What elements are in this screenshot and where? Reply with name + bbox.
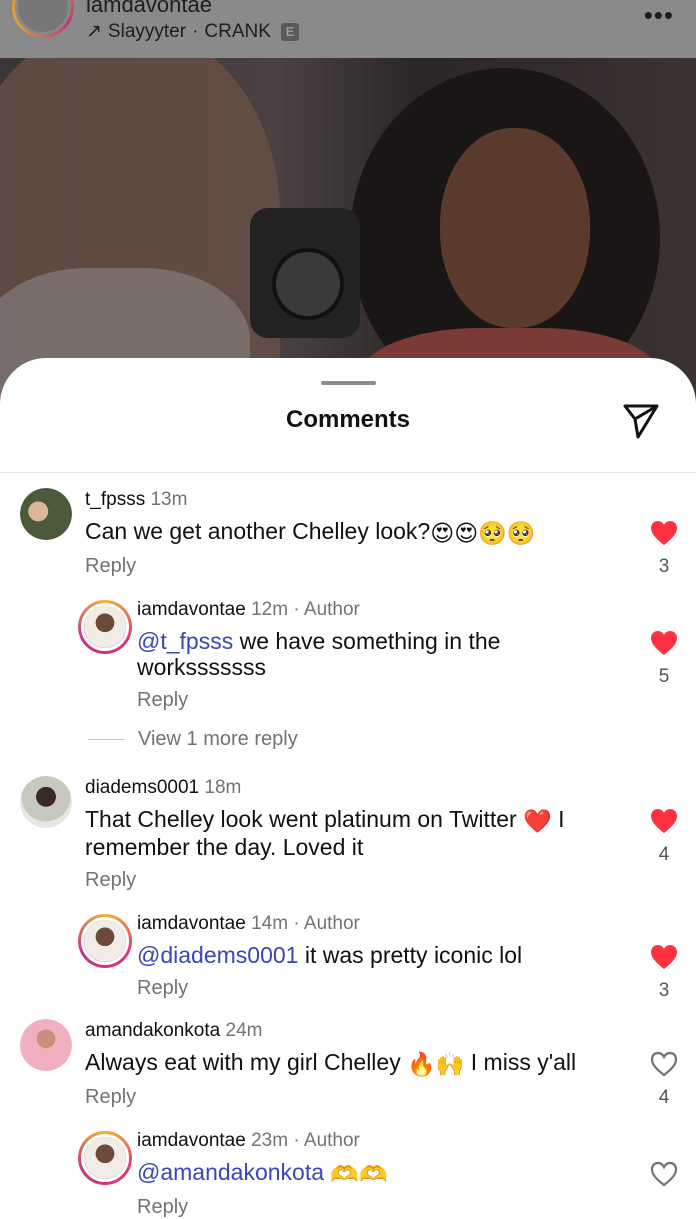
like-count: 4	[658, 1087, 670, 1108]
comment-emojis: 😍😍🥺🥺	[430, 519, 536, 546]
like-button[interactable]	[650, 1161, 678, 1187]
avatar[interactable]	[78, 600, 132, 654]
reply-button[interactable]: Reply	[137, 688, 537, 712]
sheet-grabber[interactable]	[321, 381, 376, 385]
heart-hands-emoji: 🫶🫶	[330, 1160, 388, 1187]
like-count: 5	[658, 666, 670, 687]
comment-time: 13m	[150, 489, 188, 510]
like-button[interactable]: 4	[650, 808, 678, 866]
header-username[interactable]: iamdavontae	[86, 0, 212, 18]
avatar[interactable]	[78, 1131, 132, 1185]
like-button[interactable]: 3	[650, 520, 678, 578]
avatar[interactable]	[20, 488, 72, 540]
sheet-divider	[0, 472, 696, 473]
comment-time: 18m	[204, 777, 242, 798]
heart-filled-icon	[651, 631, 677, 655]
comment-time: 23m	[251, 1130, 289, 1151]
comment-username[interactable]: diadems0001	[85, 777, 199, 798]
comment-text: That Chelley look went platinum on Twitt…	[85, 806, 517, 832]
header-avatar[interactable]	[12, 0, 74, 38]
author-label: Author	[303, 913, 360, 934]
dimmed-background: iamdavontae ↗ Slayyyter · CRANK E •••	[0, 0, 696, 420]
audio-artist: Slayyyter	[107, 20, 187, 42]
avatar[interactable]	[20, 1019, 72, 1071]
camera-illustration	[250, 208, 360, 338]
avatar[interactable]	[20, 776, 72, 828]
comment-username[interactable]: iamdavontae	[137, 913, 246, 934]
like-count: 3	[658, 980, 670, 1001]
comment-username[interactable]: iamdavontae	[137, 1130, 246, 1151]
arrow-up-right-icon: ↗	[86, 21, 102, 42]
explicit-badge: E	[280, 22, 299, 41]
heart-outline-icon	[650, 1161, 678, 1187]
fire-hands-emoji: 🔥🙌	[407, 1050, 465, 1077]
audio-title: CRANK	[204, 20, 271, 42]
heart-emoji: ❤️	[523, 807, 552, 834]
reply-button[interactable]: Reply	[137, 1195, 388, 1219]
comment-time: 24m	[225, 1020, 263, 1041]
comment-text: Can we get another Chelley look?	[85, 518, 431, 544]
like-button[interactable]: 4	[650, 1051, 678, 1109]
author-label: Author	[303, 1130, 360, 1151]
like-count: 4	[658, 844, 670, 865]
author-label: Author	[303, 599, 360, 620]
reply-button[interactable]: Reply	[85, 868, 595, 892]
comment-text-continued: I miss y'all	[470, 1049, 577, 1075]
comment-time: 12m	[251, 599, 289, 620]
view-more-replies[interactable]: View 1 more reply	[88, 728, 298, 751]
mention-link[interactable]: @t_fpsss	[137, 628, 233, 654]
sheet-title: Comments	[285, 406, 411, 433]
comment-text: it was pretty iconic lol	[304, 942, 523, 968]
reply-button[interactable]: Reply	[85, 1085, 576, 1109]
heart-filled-icon	[651, 809, 677, 833]
comment-username[interactable]: t_fpsss	[85, 489, 145, 510]
comment-username[interactable]: amandakonkota	[85, 1020, 220, 1041]
more-dots-icon[interactable]: •••	[644, 0, 674, 31]
comment-time: 14m	[251, 913, 289, 934]
send-icon[interactable]	[622, 402, 660, 440]
audio-info[interactable]: ↗ Slayyyter · CRANK E	[86, 20, 299, 43]
heart-filled-icon	[651, 521, 677, 545]
comment-text: Always eat with my girl Chelley	[85, 1049, 401, 1075]
view-more-label: View 1 more reply	[138, 728, 298, 750]
reply-button[interactable]: Reply	[137, 976, 522, 1000]
like-count: 3	[658, 556, 670, 577]
like-button[interactable]: 3	[650, 944, 678, 1002]
heart-outline-icon	[650, 1051, 678, 1077]
comment-username[interactable]: iamdavontae	[137, 599, 246, 620]
heart-filled-icon	[651, 945, 677, 969]
post-header: iamdavontae ↗ Slayyyter · CRANK E •••	[0, 0, 696, 58]
mention-link[interactable]: @diadems0001	[137, 942, 298, 968]
avatar[interactable]	[78, 914, 132, 968]
reply-button[interactable]: Reply	[85, 554, 535, 578]
mention-link[interactable]: @amandakonkota	[137, 1159, 324, 1185]
audio-separator: ·	[192, 20, 199, 42]
like-button[interactable]: 5	[650, 630, 678, 688]
